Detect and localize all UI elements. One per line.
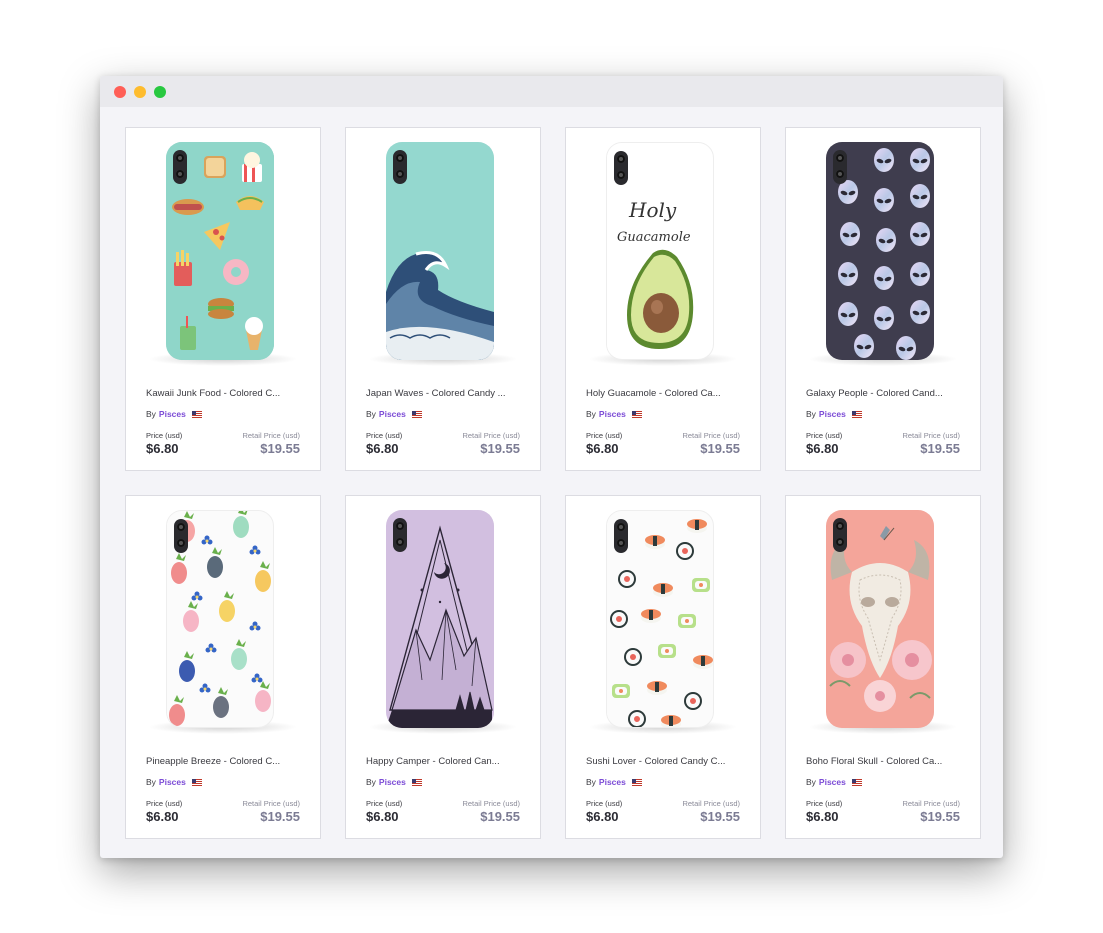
price-label: Price (usd) xyxy=(586,431,623,440)
seller-link[interactable]: Pisces xyxy=(379,777,406,787)
retail-price-label: Retail Price (usd) xyxy=(902,799,960,808)
product-title[interactable]: Kawaii Junk Food - Colored C... xyxy=(146,388,306,399)
seller-line: By Pisces xyxy=(806,777,862,787)
product-card[interactable]: Galaxy People - Colored Cand... By Pisce… xyxy=(785,127,981,471)
retail-price-value: $19.55 xyxy=(260,441,300,456)
price-value: $6.80 xyxy=(806,809,839,824)
retail-price-value: $19.55 xyxy=(260,809,300,824)
product-card[interactable]: Holy Guacamole Holy Guacamole - Colored … xyxy=(565,127,761,471)
seller-line: By Pisces xyxy=(586,777,642,787)
seller-link[interactable]: Pisces xyxy=(599,777,626,787)
price-value: $6.80 xyxy=(366,441,399,456)
seller-link[interactable]: Pisces xyxy=(159,777,186,787)
seller-line: By Pisces xyxy=(366,777,422,787)
retail-price-label: Retail Price (usd) xyxy=(462,431,520,440)
seller-line: By Pisces xyxy=(146,777,202,787)
product-title[interactable]: Happy Camper - Colored Can... xyxy=(366,756,526,767)
by-label: By xyxy=(366,777,376,787)
product-image[interactable] xyxy=(386,142,498,362)
price-value: $6.80 xyxy=(806,441,839,456)
us-flag-icon xyxy=(411,410,422,418)
seller-link[interactable]: Pisces xyxy=(159,409,186,419)
product-image[interactable] xyxy=(166,142,278,362)
retail-price-label: Retail Price (usd) xyxy=(462,799,520,808)
by-label: By xyxy=(806,409,816,419)
price-label: Price (usd) xyxy=(366,431,403,440)
product-image[interactable]: Holy Guacamole xyxy=(606,142,718,362)
maximize-window-button[interactable] xyxy=(154,86,166,98)
price-label: Price (usd) xyxy=(806,431,843,440)
by-label: By xyxy=(146,409,156,419)
seller-link[interactable]: Pisces xyxy=(819,409,846,419)
us-flag-icon xyxy=(851,410,862,418)
retail-price-value: $19.55 xyxy=(920,809,960,824)
retail-price-value: $19.55 xyxy=(920,441,960,456)
product-card[interactable]: Sushi Lover - Colored Candy C... By Pisc… xyxy=(565,495,761,839)
seller-line: By Pisces xyxy=(366,409,422,419)
product-image[interactable] xyxy=(826,142,938,362)
price-label: Price (usd) xyxy=(586,799,623,808)
price-value: $6.80 xyxy=(586,441,619,456)
price-value: $6.80 xyxy=(586,809,619,824)
by-label: By xyxy=(806,777,816,787)
window-titlebar xyxy=(100,76,1003,107)
by-label: By xyxy=(586,777,596,787)
product-card[interactable]: Japan Waves - Colored Candy ... By Pisce… xyxy=(345,127,541,471)
retail-price-value: $19.55 xyxy=(480,441,520,456)
us-flag-icon xyxy=(631,778,642,786)
product-title[interactable]: Boho Floral Skull - Colored Ca... xyxy=(806,756,966,767)
seller-link[interactable]: Pisces xyxy=(819,777,846,787)
browser-window: Kawaii Junk Food - Colored C... By Pisce… xyxy=(100,76,1003,858)
price-label: Price (usd) xyxy=(366,799,403,808)
product-card[interactable]: Boho Floral Skull - Colored Ca... By Pis… xyxy=(785,495,981,839)
us-flag-icon xyxy=(631,410,642,418)
retail-price-label: Retail Price (usd) xyxy=(682,431,740,440)
minimize-window-button[interactable] xyxy=(134,86,146,98)
retail-price-label: Retail Price (usd) xyxy=(902,431,960,440)
product-title[interactable]: Holy Guacamole - Colored Ca... xyxy=(586,388,746,399)
seller-line: By Pisces xyxy=(586,409,642,419)
us-flag-icon xyxy=(191,778,202,786)
price-value: $6.80 xyxy=(366,809,399,824)
product-card[interactable]: Kawaii Junk Food - Colored C... By Pisce… xyxy=(125,127,321,471)
price-label: Price (usd) xyxy=(146,431,183,440)
by-label: By xyxy=(586,409,596,419)
price-label: Price (usd) xyxy=(146,799,183,808)
us-flag-icon xyxy=(411,778,422,786)
price-value: $6.80 xyxy=(146,441,179,456)
product-image[interactable] xyxy=(386,510,498,730)
retail-price-value: $19.55 xyxy=(700,809,740,824)
us-flag-icon xyxy=(851,778,862,786)
retail-price-label: Retail Price (usd) xyxy=(682,799,740,808)
product-title[interactable]: Japan Waves - Colored Candy ... xyxy=(366,388,526,399)
product-image[interactable] xyxy=(166,510,278,730)
product-title[interactable]: Galaxy People - Colored Cand... xyxy=(806,388,966,399)
seller-line: By Pisces xyxy=(146,409,202,419)
by-label: By xyxy=(366,409,376,419)
by-label: By xyxy=(146,777,156,787)
case-text-2: Guacamole xyxy=(617,230,691,245)
product-title[interactable]: Pineapple Breeze - Colored C... xyxy=(146,756,306,767)
retail-price-value: $19.55 xyxy=(480,809,520,824)
product-card[interactable]: Happy Camper - Colored Can... By Pisces … xyxy=(345,495,541,839)
product-card[interactable]: Pineapple Breeze - Colored C... By Pisce… xyxy=(125,495,321,839)
seller-link[interactable]: Pisces xyxy=(379,409,406,419)
price-value: $6.80 xyxy=(146,809,179,824)
product-image[interactable] xyxy=(826,510,938,730)
close-window-button[interactable] xyxy=(114,86,126,98)
product-image[interactable] xyxy=(606,510,718,730)
retail-price-label: Retail Price (usd) xyxy=(242,799,300,808)
us-flag-icon xyxy=(191,410,202,418)
retail-price-value: $19.55 xyxy=(700,441,740,456)
price-label: Price (usd) xyxy=(806,799,843,808)
retail-price-label: Retail Price (usd) xyxy=(242,431,300,440)
seller-line: By Pisces xyxy=(806,409,862,419)
seller-link[interactable]: Pisces xyxy=(599,409,626,419)
product-title[interactable]: Sushi Lover - Colored Candy C... xyxy=(586,756,746,767)
case-text-1: Holy xyxy=(628,198,677,222)
